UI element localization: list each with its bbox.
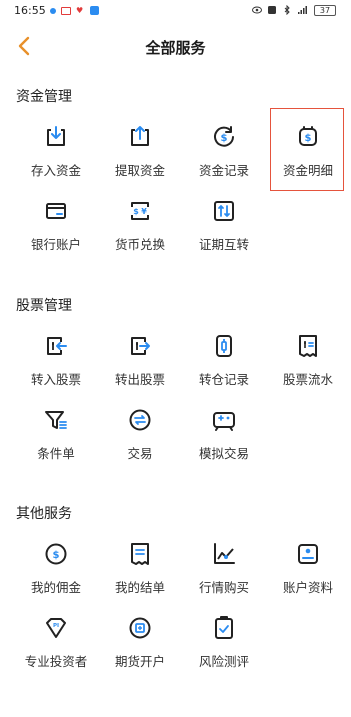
service-item-stock-out[interactable]: 转出股票 (100, 325, 180, 389)
service-label: 期货开户 (114, 654, 165, 669)
stock-flow-icon (299, 335, 317, 357)
deposit-icon (47, 126, 65, 146)
service-label: 股票流水 (282, 372, 333, 387)
service-item-bank-account[interactable]: 银行账户 (16, 190, 96, 254)
withdraw-icon (131, 126, 149, 146)
service-item-transfer-record[interactable]: 转仓记录 (184, 325, 264, 389)
pro-investor-icon: PI (46, 618, 66, 638)
svg-text:$: $ (221, 133, 228, 144)
transfer-record-icon (216, 335, 232, 357)
filter-icon (45, 411, 67, 429)
svg-text:$: $ (305, 133, 312, 144)
notification-app-icon (61, 6, 71, 15)
service-label: 模拟交易 (198, 446, 249, 461)
service-label: 提取资金 (114, 163, 165, 178)
nfc-icon (268, 6, 276, 14)
service-item-my-commission[interactable]: $ 我的佣金 (16, 533, 96, 597)
service-label: 条件单 (37, 446, 75, 461)
eye-icon (252, 6, 262, 14)
notification-dot-icon (50, 7, 56, 14)
svg-text:$: $ (53, 550, 60, 561)
currency-exchange-icon: $ ¥ (131, 202, 149, 220)
section-title-stock-management: 股票管理 (16, 298, 72, 314)
service-label: 行情购买 (198, 580, 249, 595)
svg-text:¥: ¥ (141, 207, 147, 216)
service-item-futures-account-opening[interactable]: 期货开户 (100, 607, 180, 671)
status-time: 16:55 (14, 4, 46, 17)
service-label: 货币兑换 (114, 237, 165, 252)
fund-detail-icon: $ (299, 126, 317, 146)
service-item-simulated-trade[interactable]: 模拟交易 (184, 399, 264, 463)
notification-icons: ♥ (50, 6, 99, 15)
fund-record-icon: $ (214, 126, 234, 147)
service-label: 转入股票 (30, 372, 81, 387)
service-item-professional-investor[interactable]: PI 专业投资者 (16, 607, 96, 671)
service-item-market-data-purchase[interactable]: 行情购买 (184, 533, 264, 597)
page-title: 全部服务 (145, 39, 206, 57)
account-info-icon (298, 544, 318, 564)
transfer-icon (214, 201, 234, 221)
service-label: 资金记录 (198, 163, 249, 178)
service-label: 银行账户 (30, 237, 81, 252)
service-label: 专业投资者 (24, 654, 88, 669)
service-item-account-info[interactable]: 账户资料 (268, 533, 348, 597)
service-item-fund-detail[interactable]: $ 资金明细 (268, 116, 348, 180)
service-item-conditional-order[interactable]: 条件单 (16, 399, 96, 463)
trade-icon (129, 409, 151, 431)
system-icons (252, 5, 307, 15)
futures-account-icon (129, 617, 151, 639)
service-item-stock-in[interactable]: 转入股票 (16, 325, 96, 389)
market-data-icon (214, 543, 235, 564)
service-item-stock-flow[interactable]: 股票流水 (268, 325, 348, 389)
service-label: 资金明细 (282, 163, 333, 178)
signal-icon (298, 6, 307, 14)
stock-in-icon (47, 337, 67, 355)
service-label: 转出股票 (114, 372, 165, 387)
service-label: 账户资料 (282, 580, 333, 595)
service-label: 证期互转 (198, 237, 249, 252)
risk-assessment-icon (215, 616, 233, 639)
service-item-securities-futures-transfer[interactable]: 证期互转 (184, 190, 264, 254)
section-title-other-services: 其他服务 (16, 506, 72, 522)
commission-icon: $ (45, 543, 67, 565)
service-label: 风险测评 (198, 654, 249, 669)
service-item-currency-exchange[interactable]: $ ¥ 货币兑换 (100, 190, 180, 254)
app-badge-icon (90, 6, 99, 15)
section-title-fund-management: 资金管理 (16, 89, 72, 105)
service-item-my-statement[interactable]: 我的结单 (100, 533, 180, 597)
battery-icon: 37 (314, 5, 336, 16)
bank-card-icon (46, 203, 66, 219)
service-label: 我的佣金 (30, 580, 81, 595)
service-item-risk-assessment[interactable]: 风险测评 (184, 607, 264, 671)
simulated-trade-icon (213, 412, 235, 431)
service-item-deposit[interactable]: 存入资金 (16, 116, 96, 180)
statement-icon (131, 543, 149, 565)
service-item-withdraw[interactable]: 提取资金 (100, 116, 180, 180)
service-item-fund-record[interactable]: $ 资金记录 (184, 116, 264, 180)
header: 全部服务 (0, 28, 351, 64)
stock-out-icon (131, 337, 150, 355)
bluetooth-icon (284, 5, 290, 15)
service-label: 我的结单 (114, 580, 165, 595)
svg-text:PI: PI (53, 623, 59, 629)
service-label: 交易 (127, 446, 153, 461)
service-label: 存入资金 (30, 163, 81, 178)
svg-text:$: $ (133, 207, 139, 216)
heart-icon: ♥ (76, 6, 84, 15)
service-item-trade[interactable]: 交易 (100, 399, 180, 463)
status-bar: 16:55 ♥ 37 (0, 0, 351, 24)
service-label: 转仓记录 (198, 372, 249, 387)
